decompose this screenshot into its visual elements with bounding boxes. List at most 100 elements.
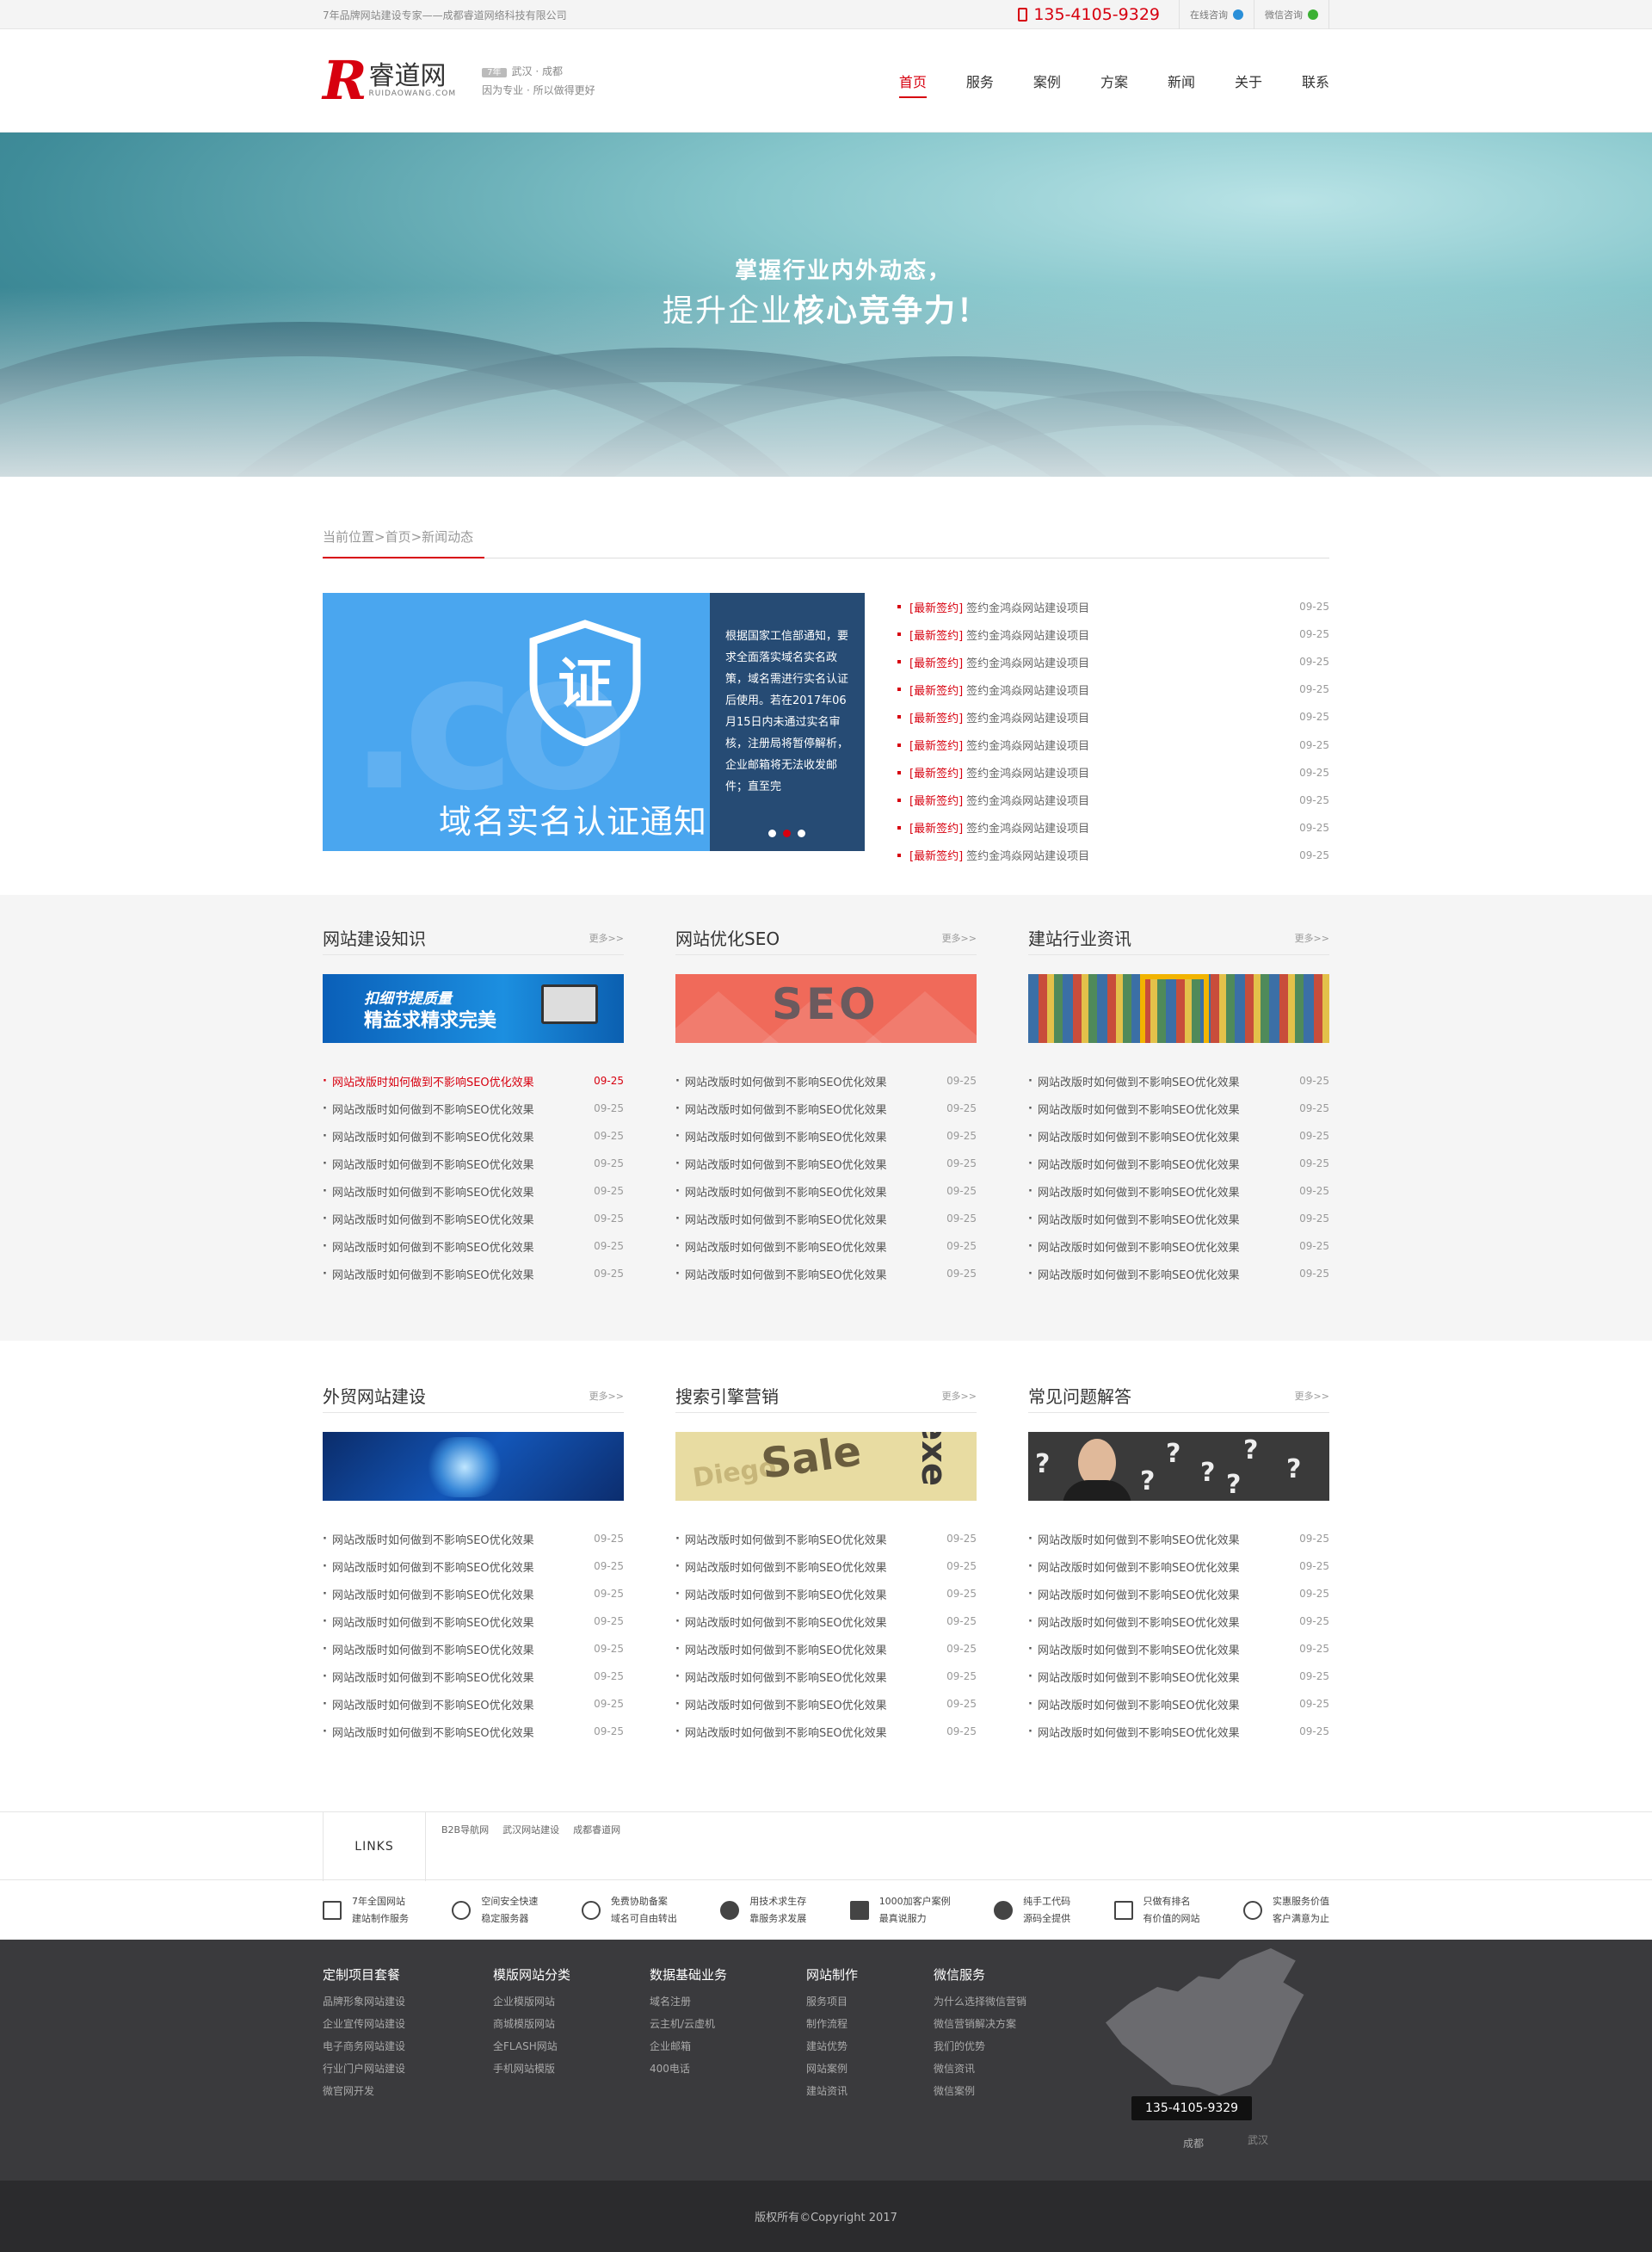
list-item[interactable]: 网站改版时如何做到不影响SEO优化效果 09-25 <box>323 1607 624 1635</box>
footer-link[interactable]: 服务项目 <box>806 1990 934 2013</box>
list-item[interactable]: 网站改版时如何做到不影响SEO优化效果 09-25 <box>323 1150 624 1177</box>
footer-link[interactable]: 微信营销解决方案 <box>934 2013 1106 2035</box>
list-item[interactable]: 网站改版时如何做到不影响SEO优化效果 09-25 <box>1028 1690 1329 1718</box>
slider-dot[interactable] <box>798 830 805 837</box>
footer-link[interactable]: 微信资讯 <box>934 2058 1106 2080</box>
col-image-seo[interactable]: SEO <box>675 974 977 1043</box>
footer-link[interactable]: 企业模版网站 <box>493 1990 650 2013</box>
list-item[interactable]: 网站改版时如何做到不影响SEO优化效果 09-25 <box>323 1635 624 1663</box>
column-title[interactable]: 网站建设知识 <box>323 925 426 950</box>
news-slider[interactable]: .co 证 域名实名认证通知 根据国家工信部通知，要求全面落实域名实名政策，域名… <box>323 593 865 851</box>
list-item[interactable]: 网站改版时如何做到不影响SEO优化效果 09-25 <box>323 1260 624 1287</box>
friend-link[interactable]: 成都睿道网 <box>573 1823 620 1881</box>
list-item[interactable]: 网站改版时如何做到不影响SEO优化效果 09-25 <box>323 1580 624 1607</box>
slider-dot-active[interactable] <box>783 830 791 837</box>
news-item[interactable]: [最新签约] 签约金鸿焱网站建设项目 09-25 <box>897 787 1329 814</box>
list-item[interactable]: 网站改版时如何做到不影响SEO优化效果 09-25 <box>323 1095 624 1122</box>
nav-home[interactable]: 首页 <box>898 29 927 133</box>
footer-link[interactable]: 行业门户网站建设 <box>323 2058 493 2080</box>
more-link[interactable]: 更多>> <box>589 931 624 945</box>
list-item[interactable]: 网站改版时如何做到不影响SEO优化效果 09-25 <box>1028 1580 1329 1607</box>
news-item[interactable]: [最新签约] 签约金鸿焱网站建设项目 09-25 <box>897 703 1329 731</box>
more-link[interactable]: 更多>> <box>1295 931 1329 945</box>
column-title[interactable]: 搜索引擎营销 <box>675 1383 779 1408</box>
footer-link[interactable]: 建站资讯 <box>806 2080 934 2102</box>
footer-link[interactable]: 全FLASH网站 <box>493 2035 650 2058</box>
news-item[interactable]: [最新签约] 签约金鸿焱网站建设项目 09-25 <box>897 814 1329 842</box>
more-link[interactable]: 更多>> <box>942 1389 977 1403</box>
list-item[interactable]: 网站改版时如何做到不影响SEO优化效果 09-25 <box>1028 1525 1329 1552</box>
list-item[interactable]: 网站改版时如何做到不影响SEO优化效果 09-25 <box>323 1067 624 1095</box>
news-item[interactable]: [最新签约] 签约金鸿焱网站建设项目 09-25 <box>897 759 1329 787</box>
nav-cases[interactable]: 案例 <box>1033 29 1061 133</box>
news-item[interactable]: [最新签约] 签约金鸿焱网站建设项目 09-25 <box>897 676 1329 703</box>
list-item[interactable]: 网站改版时如何做到不影响SEO优化效果 09-25 <box>1028 1552 1329 1580</box>
list-item[interactable]: 网站改版时如何做到不影响SEO优化效果 09-25 <box>675 1607 977 1635</box>
list-item[interactable]: 网站改版时如何做到不影响SEO优化效果 09-25 <box>675 1663 977 1690</box>
column-title[interactable]: 外贸网站建设 <box>323 1383 426 1408</box>
list-item[interactable]: 网站改版时如何做到不影响SEO优化效果 09-25 <box>1028 1718 1329 1745</box>
list-item[interactable]: 网站改版时如何做到不影响SEO优化效果 09-25 <box>1028 1122 1329 1150</box>
news-item[interactable]: [最新签约] 签约金鸿焱网站建设项目 09-25 <box>897 731 1329 758</box>
online-consult-link[interactable]: 在线咨询 <box>1180 0 1254 29</box>
list-item[interactable]: 网站改版时如何做到不影响SEO优化效果 09-25 <box>1028 1150 1329 1177</box>
wechat-consult-link[interactable]: 微信咨询 <box>1254 0 1329 29</box>
list-item[interactable]: 网站改版时如何做到不影响SEO优化效果 09-25 <box>323 1552 624 1580</box>
nav-contact[interactable]: 联系 <box>1302 29 1329 133</box>
list-item[interactable]: 网站改版时如何做到不影响SEO优化效果 09-25 <box>1028 1177 1329 1205</box>
col-image-foreign-trade[interactable] <box>323 1432 624 1501</box>
list-item[interactable]: 网站改版时如何做到不影响SEO优化效果 09-25 <box>1028 1067 1329 1095</box>
footer-link[interactable]: 电子商务网站建设 <box>323 2035 493 2058</box>
friend-link[interactable]: B2B导航网 <box>441 1823 489 1881</box>
list-item[interactable]: 网站改版时如何做到不影响SEO优化效果 09-25 <box>675 1580 977 1607</box>
list-item[interactable]: 网站改版时如何做到不影响SEO优化效果 09-25 <box>675 1718 977 1745</box>
list-item[interactable]: 网站改版时如何做到不影响SEO优化效果 09-25 <box>675 1525 977 1552</box>
list-item[interactable]: 网站改版时如何做到不影响SEO优化效果 09-25 <box>323 1690 624 1718</box>
nav-service[interactable]: 服务 <box>966 29 994 133</box>
footer-link[interactable]: 企业宣传网站建设 <box>323 2013 493 2035</box>
footer-link[interactable]: 域名注册 <box>650 1990 806 2013</box>
map-city-wuhan[interactable]: 武汉 <box>1248 2132 1268 2147</box>
list-item[interactable]: 网站改版时如何做到不影响SEO优化效果 09-25 <box>1028 1232 1329 1260</box>
list-item[interactable]: 网站改版时如何做到不影响SEO优化效果 09-25 <box>323 1122 624 1150</box>
column-title[interactable]: 常见问题解答 <box>1028 1383 1131 1408</box>
list-item[interactable]: 网站改版时如何做到不影响SEO优化效果 09-25 <box>675 1177 977 1205</box>
list-item[interactable]: 网站改版时如何做到不影响SEO优化效果 09-25 <box>1028 1205 1329 1232</box>
top-phone[interactable]: 135-4105-9329 <box>1018 0 1180 29</box>
list-item[interactable]: 网站改版时如何做到不影响SEO优化效果 09-25 <box>675 1635 977 1663</box>
list-item[interactable]: 网站改版时如何做到不影响SEO优化效果 09-25 <box>323 1232 624 1260</box>
list-item[interactable]: 网站改版时如何做到不影响SEO优化效果 09-25 <box>323 1525 624 1552</box>
news-item[interactable]: [最新签约] 签约金鸿焱网站建设项目 09-25 <box>897 593 1329 620</box>
footer-link[interactable]: 我们的优势 <box>934 2035 1106 2058</box>
list-item[interactable]: 网站改版时如何做到不影响SEO优化效果 09-25 <box>675 1150 977 1177</box>
list-item[interactable]: 网站改版时如何做到不影响SEO优化效果 09-25 <box>675 1260 977 1287</box>
footer-link[interactable]: 制作流程 <box>806 2013 934 2035</box>
footer-link[interactable]: 建站优势 <box>806 2035 934 2058</box>
list-item[interactable]: 网站改版时如何做到不影响SEO优化效果 09-25 <box>1028 1607 1329 1635</box>
nav-news[interactable]: 新闻 <box>1168 29 1195 133</box>
footer-link[interactable]: 微官网开发 <box>323 2080 493 2102</box>
more-link[interactable]: 更多>> <box>942 931 977 945</box>
list-item[interactable]: 网站改版时如何做到不影响SEO优化效果 09-25 <box>323 1718 624 1745</box>
list-item[interactable]: 网站改版时如何做到不影响SEO优化效果 09-25 <box>1028 1635 1329 1663</box>
footer-link[interactable]: 微信案例 <box>934 2080 1106 2102</box>
news-item[interactable]: [最新签约] 签约金鸿焱网站建设项目 09-25 <box>897 842 1329 869</box>
list-item[interactable]: 网站改版时如何做到不影响SEO优化效果 09-25 <box>675 1205 977 1232</box>
nav-about[interactable]: 关于 <box>1235 29 1262 133</box>
column-title[interactable]: 网站优化SEO <box>675 925 780 950</box>
map-city-chengdu[interactable]: 成都 <box>1183 2136 1204 2150</box>
list-item[interactable]: 网站改版时如何做到不影响SEO优化效果 09-25 <box>323 1205 624 1232</box>
footer-link[interactable]: 手机网站模版 <box>493 2058 650 2080</box>
list-item[interactable]: 网站改版时如何做到不影响SEO优化效果 09-25 <box>675 1690 977 1718</box>
breadcrumb[interactable]: 当前位置>首页>新闻动态 <box>323 515 1329 558</box>
footer-link[interactable]: 企业邮箱 <box>650 2035 806 2058</box>
list-item[interactable]: 网站改版时如何做到不影响SEO优化效果 09-25 <box>675 1122 977 1150</box>
more-link[interactable]: 更多>> <box>1295 1389 1329 1403</box>
nav-solutions[interactable]: 方案 <box>1100 29 1128 133</box>
list-item[interactable]: 网站改版时如何做到不影响SEO优化效果 09-25 <box>323 1177 624 1205</box>
list-item[interactable]: 网站改版时如何做到不影响SEO优化效果 09-25 <box>1028 1663 1329 1690</box>
friend-link[interactable]: 武汉网站建设 <box>502 1823 559 1881</box>
list-item[interactable]: 网站改版时如何做到不影响SEO优化效果 09-25 <box>675 1232 977 1260</box>
column-title[interactable]: 建站行业资讯 <box>1028 925 1131 950</box>
col-image-sem[interactable]: Diego Sale exe <box>675 1432 977 1501</box>
